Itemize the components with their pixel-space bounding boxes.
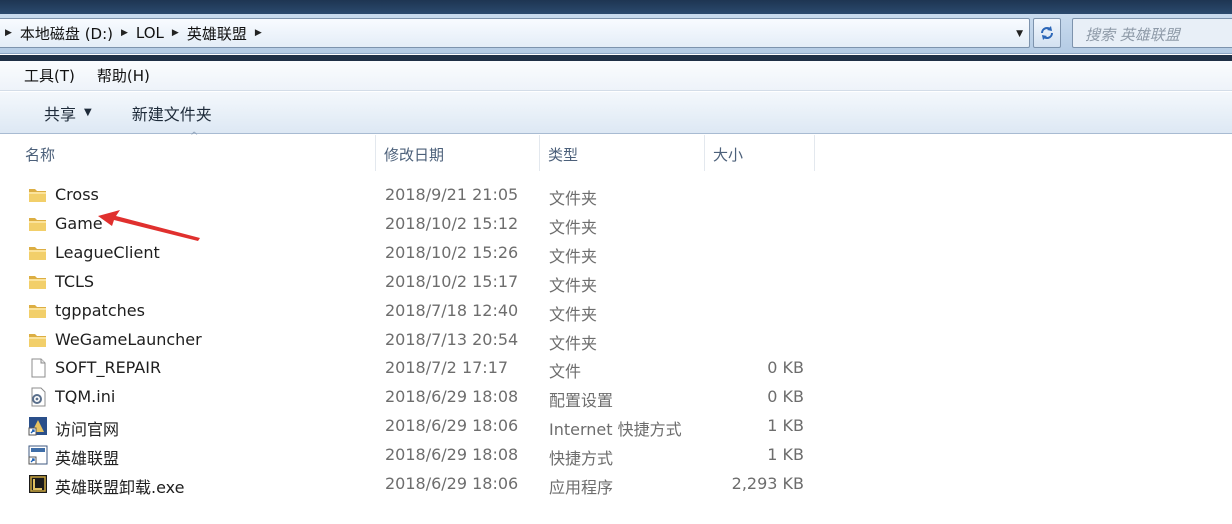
file-row[interactable]: SOFT_REPAIR 2018/7/2 17:17 文件 0 KB [0, 353, 820, 382]
address-bar[interactable]: ▶ 本地磁盘 (D:) ▶ LOL ▶ 英雄联盟 ▶ ▼ [0, 18, 1030, 48]
internet-shortcut-icon [28, 416, 48, 436]
folder-icon [28, 330, 48, 350]
settings-file-icon [28, 387, 48, 407]
file-name: 英雄联盟卸载.exe [55, 478, 185, 497]
command-bar: 共享 ▼ 新建文件夹 [0, 92, 1232, 134]
file-row[interactable]: tgppatches 2018/7/18 12:40 文件夹 [0, 296, 820, 325]
annotation-arrow-icon [98, 210, 200, 241]
file-date: 2018/9/21 21:05 [385, 185, 519, 204]
file-type: 文件夹 [549, 189, 598, 208]
file-name: TCLS [55, 271, 95, 291]
file-date: 2018/6/29 18:06 [385, 474, 519, 493]
file-size: 0 KB [767, 387, 804, 407]
search-input[interactable]: 搜索 英雄联盟 [1072, 18, 1232, 48]
folder-icon [28, 272, 48, 292]
breadcrumb-arrow-icon[interactable]: ▶ [5, 28, 12, 38]
file-type: 文件夹 [549, 304, 598, 324]
window-title-strip [0, 0, 1232, 14]
file-name: Cross [55, 185, 99, 204]
file-row[interactable]: 英雄联盟 2018/6/29 18:08 快捷方式 1 KB [0, 440, 820, 469]
file-row[interactable]: TCLS 2018/10/2 15:17 文件夹 [0, 267, 820, 296]
column-header-date[interactable]: 修改日期 [377, 135, 540, 171]
file-date: 2018/7/18 12:40 [385, 300, 519, 320]
file-name: TQM.ini [55, 387, 116, 407]
menu-bar: 工具(T) 帮助(H) [0, 61, 1232, 91]
file-name: 英雄联盟 [55, 449, 120, 469]
file-date: 2018/10/2 15:26 [385, 242, 519, 262]
shortcut-icon [28, 445, 48, 465]
share-button[interactable]: 共享 ▼ [44, 101, 92, 125]
file-type: 文件夹 [549, 333, 598, 353]
menu-item-help[interactable]: 帮助(H) [97, 65, 150, 86]
file-date: 2018/10/2 15:12 [385, 213, 519, 233]
menu-item-tools[interactable]: 工具(T) [24, 65, 75, 86]
column-header-name[interactable]: 名称 [18, 135, 376, 171]
file-row[interactable]: Cross 2018/9/21 21:05 文件夹 [0, 180, 820, 209]
folder-icon [28, 214, 48, 234]
file-row[interactable]: 访问官网 2018/6/29 18:06 Internet 快捷方式 1 KB [0, 411, 820, 440]
file-name: 访问官网 [55, 420, 120, 440]
folder-icon [28, 243, 48, 263]
new-folder-button[interactable]: 新建文件夹 [132, 101, 212, 125]
file-type: 配置设置 [549, 391, 614, 411]
chevron-down-icon[interactable]: ▼ [1016, 29, 1023, 39]
column-header-type[interactable]: 类型 [541, 135, 705, 171]
file-date: 2018/7/2 17:17 [385, 358, 509, 378]
file-date: 2018/6/29 18:08 [385, 387, 519, 407]
column-header-size[interactable]: 大小 [706, 135, 815, 171]
blank-file-icon [28, 358, 48, 378]
file-type: 文件夹 [549, 275, 598, 295]
file-date: 2018/6/29 18:08 [385, 445, 519, 465]
file-type: Internet 快捷方式 [549, 420, 682, 440]
file-row[interactable]: TQM.ini 2018/6/29 18:08 配置设置 0 KB [0, 382, 820, 411]
file-row[interactable]: 英雄联盟卸载.exe 2018/6/29 18:06 应用程序 2,293 KB [0, 469, 820, 498]
breadcrumb-league[interactable]: 英雄联盟 [187, 23, 247, 44]
file-name: SOFT_REPAIR [55, 358, 162, 378]
refresh-button[interactable] [1033, 18, 1061, 48]
file-name: WeGameLauncher [55, 329, 202, 349]
file-type: 文件 [549, 362, 582, 382]
breadcrumb-arrow-icon[interactable]: ▶ [255, 28, 262, 38]
file-size: 0 KB [767, 358, 804, 378]
file-type: 文件夹 [549, 217, 598, 237]
folder-icon [28, 185, 48, 205]
file-type: 快捷方式 [549, 449, 614, 469]
file-date: 2018/7/13 20:54 [385, 329, 519, 349]
folder-icon [28, 301, 48, 321]
address-row: ▶ 本地磁盘 (D:) ▶ LOL ▶ 英雄联盟 ▶ ▼ 搜索 英雄联盟 [0, 14, 1232, 54]
share-button-label: 共享 [44, 104, 77, 124]
file-size: 1 KB [767, 445, 804, 465]
file-size: 1 KB [767, 416, 804, 436]
file-date: 2018/6/29 18:06 [385, 416, 519, 436]
file-date: 2018/10/2 15:17 [385, 271, 519, 291]
refresh-icon [1041, 26, 1053, 40]
breadcrumb-lol[interactable]: LOL [136, 24, 164, 42]
file-type: 文件夹 [549, 246, 598, 266]
breadcrumb-drive[interactable]: 本地磁盘 (D:) [20, 23, 113, 44]
chevron-down-icon: ▼ [84, 107, 92, 118]
file-size: 2,293 KB [731, 474, 804, 493]
app-exe-icon [28, 474, 48, 494]
breadcrumb-arrow-icon[interactable]: ▶ [121, 28, 128, 38]
breadcrumb-arrow-icon[interactable]: ▶ [172, 28, 179, 38]
file-type: 应用程序 [549, 478, 614, 497]
file-row[interactable]: WeGameLauncher 2018/7/13 20:54 文件夹 [0, 325, 820, 354]
file-name: tgppatches [55, 300, 145, 320]
file-name: LeagueClient [55, 242, 160, 262]
